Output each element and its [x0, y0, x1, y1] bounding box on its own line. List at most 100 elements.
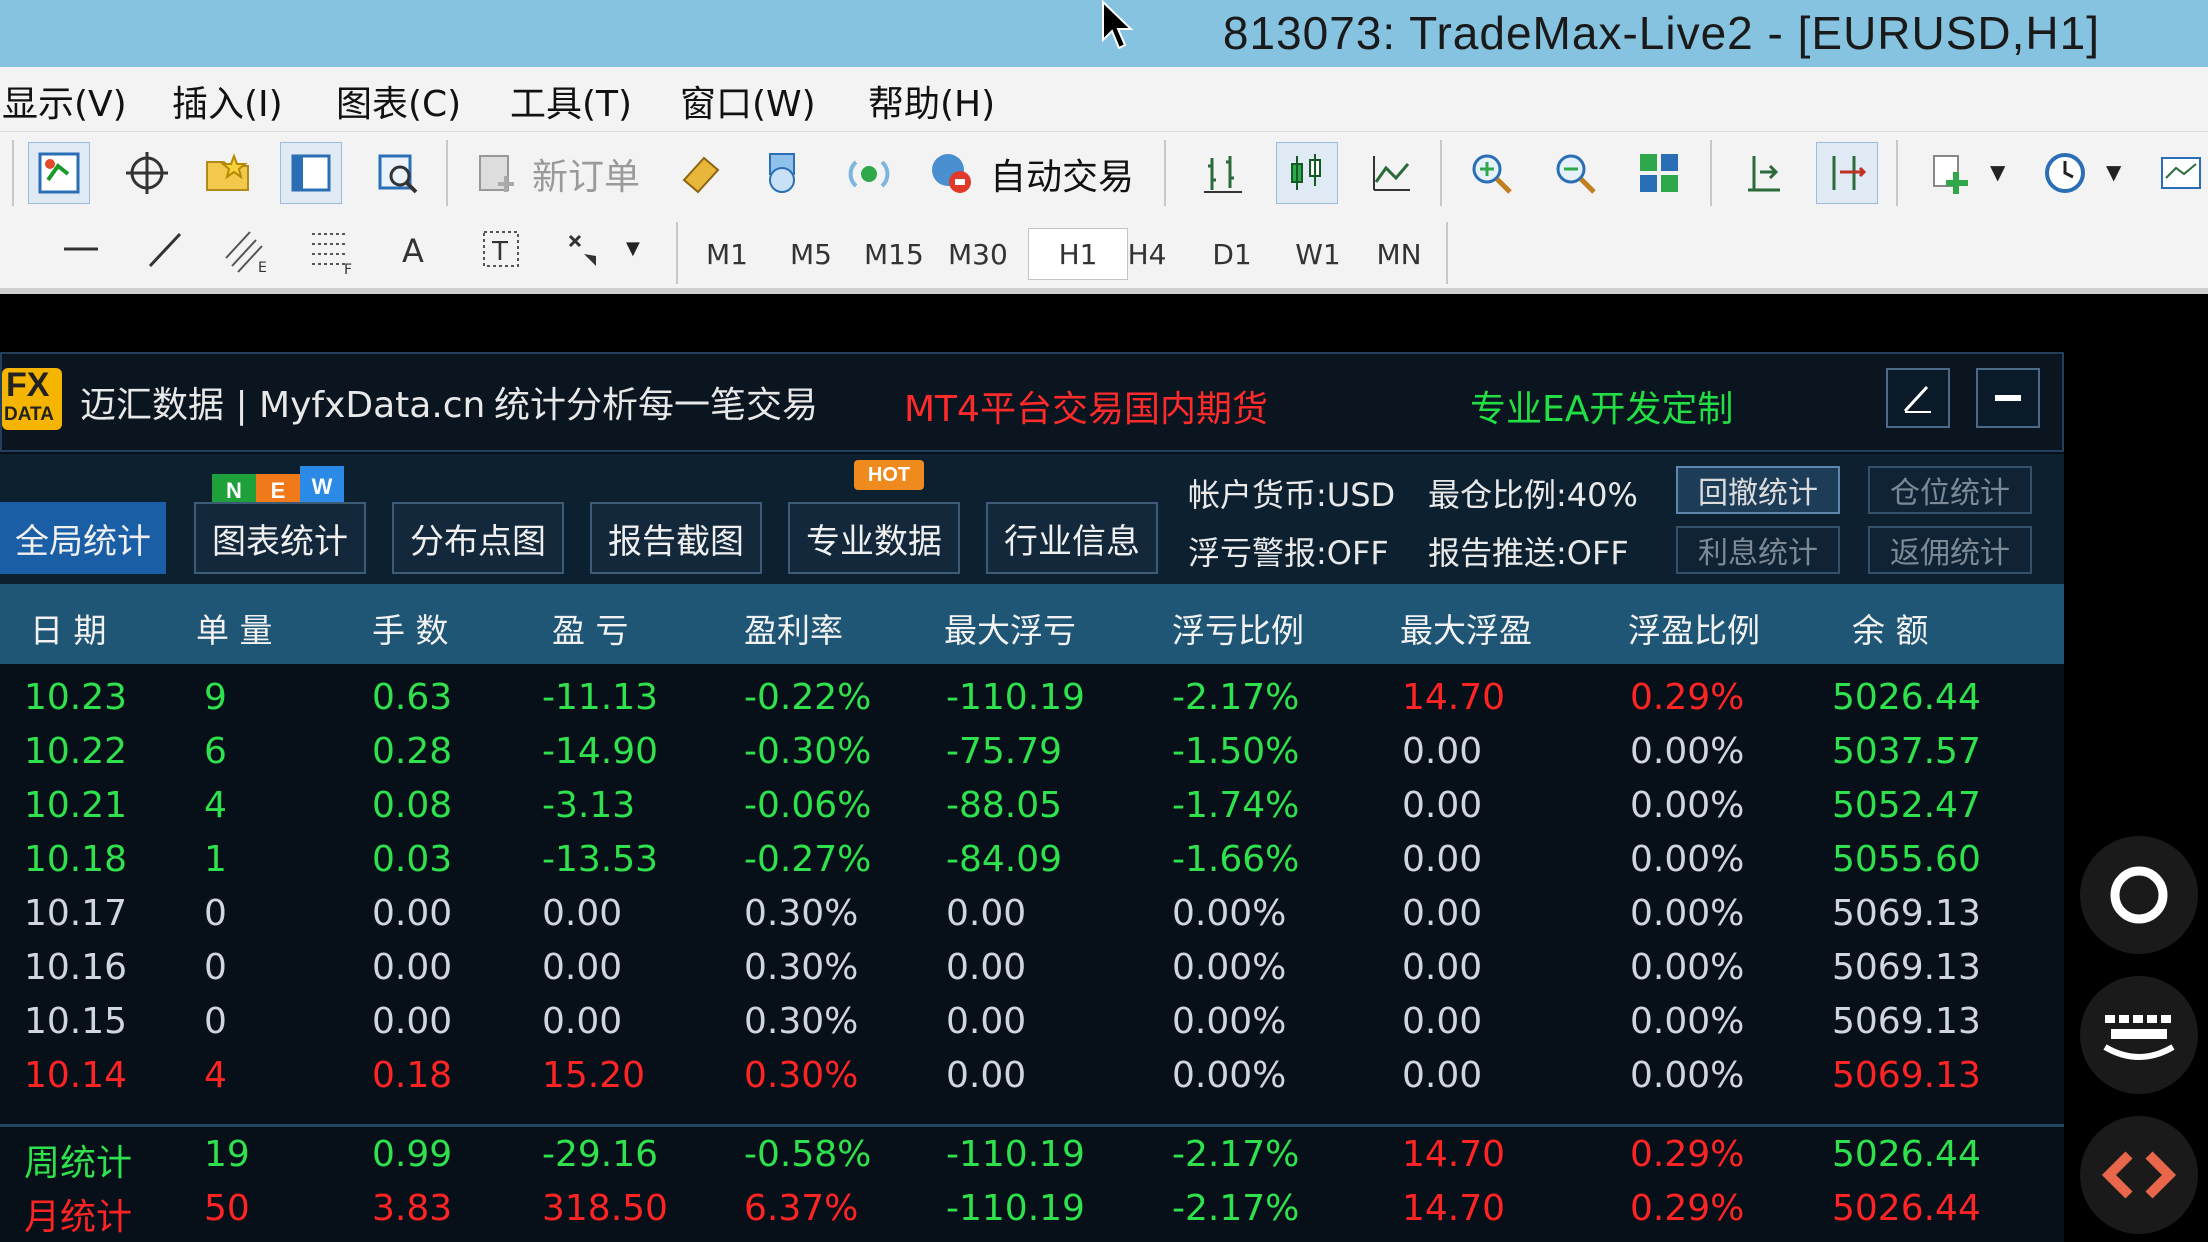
metaeditor-icon[interactable]: [670, 142, 732, 204]
tab-distribution[interactable]: 分布点图: [392, 502, 564, 574]
margin-ratio: 最仓比例:40%: [1428, 476, 1638, 514]
tab-industry-info[interactable]: 行业信息: [986, 502, 1158, 574]
promo-ea-link[interactable]: 专业EA开发定制: [1470, 380, 1733, 432]
col-max-float-loss: 最大浮亏: [944, 611, 1076, 650]
table-header: 日 期 单 量 手 数 盈 亏 盈利率 最大浮亏 浮亏比例 最大浮盈 浮盈比例 …: [0, 584, 2064, 664]
menu-charts[interactable]: 图表(C): [336, 75, 461, 127]
zoom-out-icon[interactable]: [1544, 142, 1606, 204]
timeframe-m5[interactable]: M5: [776, 228, 846, 280]
menu-window[interactable]: 窗口(W): [680, 75, 816, 127]
position-stats-button[interactable]: 仓位统计: [1868, 466, 2032, 514]
mouse-cursor-icon: [1101, 0, 1135, 56]
periods-clock-icon[interactable]: [2034, 142, 2096, 204]
weekly-summary-row: 周统计 19 0.99 -29.16 -0.58% -110.19 -2.17%…: [24, 1134, 1981, 1184]
table-row: 10.22 6 0.28 -14.90 -0.30% -75.79 -1.50%…: [24, 731, 1981, 772]
signals-icon[interactable]: [838, 142, 900, 204]
indicators-icon[interactable]: [1920, 142, 1982, 204]
col-date: 日 期: [30, 611, 107, 650]
navigator-icon[interactable]: [752, 142, 814, 204]
svg-text:A: A: [402, 232, 424, 270]
interest-stats-button[interactable]: 利息统计: [1676, 526, 1840, 574]
templates-icon[interactable]: [2150, 142, 2208, 204]
trendline-icon[interactable]: [134, 218, 196, 280]
timeframe-w1[interactable]: W1: [1283, 228, 1353, 280]
tile-windows-icon[interactable]: [1628, 142, 1690, 204]
summary-divider: [0, 1124, 2064, 1127]
col-orders: 单 量: [196, 611, 273, 650]
candlestick-icon[interactable]: [1276, 142, 1338, 204]
slogan-text: 统计分析每一笔交易: [494, 385, 819, 426]
chart-shift-icon[interactable]: [1732, 142, 1794, 204]
menu-help[interactable]: 帮助(H): [868, 75, 995, 127]
table-row: 10.16 0 0.00 0.00 0.30% 0.00 0.00% 0.00 …: [24, 947, 1981, 988]
tab-global-stats[interactable]: 全局统计: [0, 502, 166, 574]
line-chart-icon[interactable]: [1360, 142, 1422, 204]
fibonacci-icon[interactable]: F: [300, 218, 362, 280]
stats-tab-bar: N E W HOT 全局统计 图表统计 分布点图 报告截图 专业数据 行业信息 …: [0, 454, 2064, 584]
new-order-icon[interactable]: [466, 142, 528, 204]
menu-bar: 显示(V) 插入(I) 图表(C) 工具(T) 窗口(W) 帮助(H): [0, 67, 2208, 131]
table-row: 10.18 1 0.03 -13.53 -0.27% -84.09 -1.66%…: [24, 839, 1981, 880]
minimize-panel-icon[interactable]: [1976, 368, 2040, 428]
panel-header: FX DATA 迈汇数据 | MyfxData.cn 统计分析每一笔交易 MT4…: [0, 352, 2064, 452]
timeframe-m15[interactable]: M15: [858, 228, 930, 280]
svg-text:T: T: [491, 237, 508, 267]
table-row: 10.15 0 0.00 0.00 0.30% 0.00 0.00% 0.00 …: [24, 1001, 1981, 1042]
arrows-icon[interactable]: [554, 218, 616, 280]
table-row: 10.14 4 0.18 15.20 0.30% 0.00 0.00% 0.00…: [24, 1055, 1981, 1096]
horizontal-line-icon[interactable]: [50, 218, 112, 280]
col-profit-rate: 盈利率: [744, 611, 843, 650]
zoom-in-icon[interactable]: [1460, 142, 1522, 204]
table-row: 10.21 4 0.08 -3.13 -0.06% -88.05 -1.74% …: [24, 785, 1981, 826]
svg-text:F: F: [344, 262, 352, 274]
myfxdata-logo: FX DATA: [2, 368, 62, 430]
col-float-loss-ratio: 浮亏比例: [1172, 611, 1304, 650]
tab-pro-data[interactable]: 专业数据: [788, 502, 960, 574]
home-circle-button[interactable]: [2080, 836, 2198, 954]
standard-toolbar: 新订单 自动交易 ▼ ▼: [0, 131, 2208, 214]
text-label-icon[interactable]: T: [470, 218, 532, 280]
rebate-stats-button[interactable]: 返佣统计: [1868, 526, 2032, 574]
auto-scroll-icon[interactable]: [1816, 142, 1878, 204]
table-row: 10.17 0 0.00 0.00 0.30% 0.00 0.00% 0.00 …: [24, 893, 1981, 934]
indicators-dropdown-icon[interactable]: ▼: [1990, 160, 2005, 184]
float-loss-alert: 浮亏警报:OFF: [1188, 534, 1389, 572]
profiles-icon[interactable]: [198, 142, 260, 204]
badge-hot: HOT: [854, 460, 924, 490]
timeframe-d1[interactable]: D1: [1197, 228, 1267, 280]
menu-insert[interactable]: 插入(I): [172, 75, 283, 127]
window-title: 813073: TradeMax-Live2 - [EURUSD,H1]: [1222, 7, 2100, 59]
menu-tools[interactable]: 工具(T): [510, 75, 632, 127]
promo-futures-link[interactable]: MT4平台交易国内期货: [904, 380, 1268, 432]
auto-trading-label[interactable]: 自动交易: [990, 148, 1134, 200]
timeframe-m30[interactable]: M30: [942, 228, 1014, 280]
col-balance: 余 额: [1852, 611, 1929, 650]
arrows-dropdown-icon[interactable]: ▼: [626, 238, 640, 259]
equidistant-channel-icon[interactable]: E: [216, 218, 278, 280]
auto-trading-icon[interactable]: [920, 142, 982, 204]
market-watch-icon[interactable]: [280, 142, 342, 204]
timeframe-mn[interactable]: MN: [1364, 228, 1434, 280]
data-window-icon[interactable]: [366, 142, 428, 204]
tab-chart-stats[interactable]: 图表统计: [194, 502, 366, 574]
text-icon[interactable]: A: [384, 218, 446, 280]
new-order-label[interactable]: 新订单: [532, 148, 640, 200]
timeframe-h4[interactable]: H4: [1112, 228, 1182, 280]
keyboard-icon[interactable]: [2080, 976, 2198, 1094]
drawdown-stats-button[interactable]: 回撤统计: [1676, 466, 1840, 514]
drawing-toolbar: E F A T ▼ M1 M5 M15 M30 H1 H4 D1 W1 MN: [0, 214, 2208, 294]
bar-chart-icon[interactable]: [1192, 142, 1254, 204]
brand-text[interactable]: 迈汇数据 | MyfxData.cn: [80, 376, 485, 428]
edit-icon[interactable]: [1886, 368, 1950, 428]
report-push: 报告推送:OFF: [1428, 534, 1629, 572]
timeframe-m1[interactable]: M1: [692, 228, 762, 280]
tab-report-screenshot[interactable]: 报告截图: [590, 502, 762, 574]
table-row: 10.23 9 0.63 -11.13 -0.22% -110.19 -2.17…: [24, 677, 1981, 718]
monthly-summary-row: 月统计 50 3.83 318.50 6.37% -110.19 -2.17% …: [24, 1188, 1981, 1238]
crosshair-icon[interactable]: [116, 142, 178, 204]
code-arrows-icon[interactable]: [2080, 1116, 2198, 1234]
periods-dropdown-icon[interactable]: ▼: [2106, 160, 2121, 184]
col-max-float-profit: 最大浮盈: [1400, 611, 1532, 650]
new-chart-icon[interactable]: [28, 142, 90, 204]
menu-view[interactable]: 显示(V): [2, 75, 127, 127]
